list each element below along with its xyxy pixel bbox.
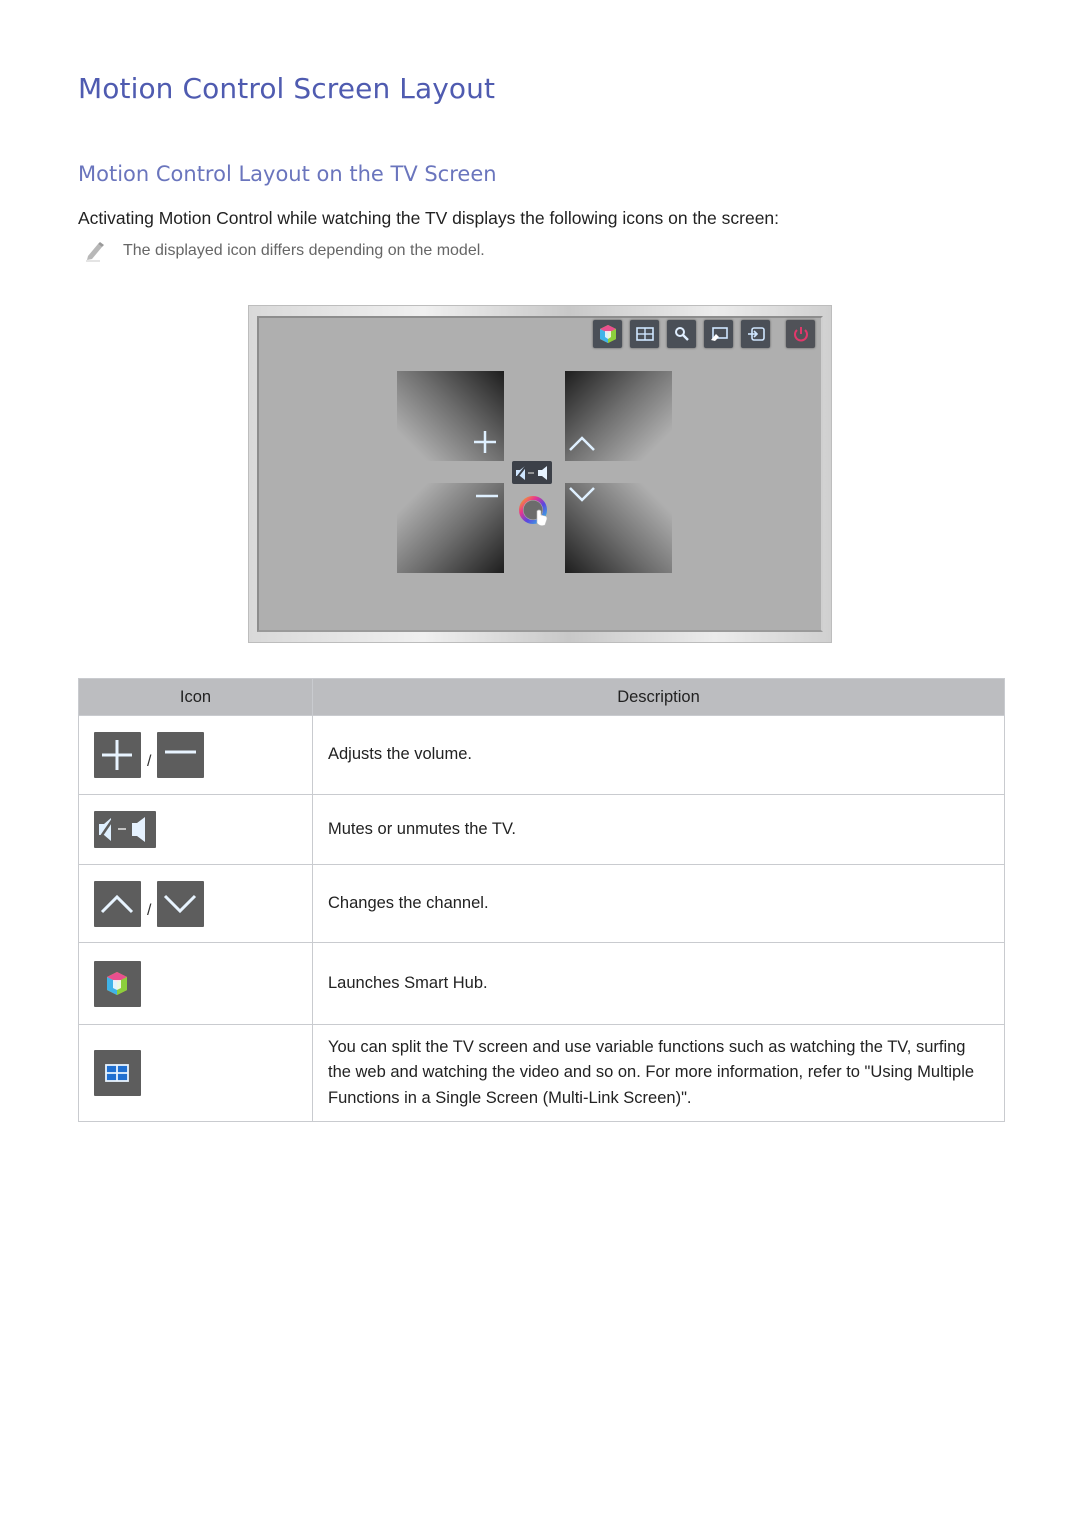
icon-separator: / [147, 901, 152, 919]
icon-description-table: Icon Description / Adjusts the volume. M… [78, 678, 1005, 1122]
tv-illustration [248, 305, 832, 643]
description-cell: Adjusts the volume. [312, 715, 1005, 795]
volume-up-zone [397, 371, 504, 461]
volume-down-icon [157, 732, 205, 778]
channel-down-icon [157, 880, 205, 927]
icon-separator: / [147, 753, 152, 770]
table-header-row: Icon Description [78, 678, 1005, 716]
multi-link-screen-icon [94, 1050, 141, 1096]
description-cell: Changes the channel. [312, 864, 1005, 943]
smart-hub-icon[interactable] [593, 320, 622, 348]
intro-text: Activating Motion Control while watching… [78, 208, 780, 228]
table-row: You can split the TV screen and use vari… [78, 1024, 1005, 1122]
header-icon: Icon [78, 678, 313, 716]
note: The displayed icon differs depending on … [84, 240, 485, 262]
multi-link-screen-icon[interactable] [630, 320, 659, 348]
note-text: The displayed icon differs depending on … [123, 242, 485, 259]
hand-cursor-icon [519, 496, 548, 526]
screen-share-icon[interactable] [704, 320, 733, 348]
table-row: / Changes the channel. [78, 864, 1005, 943]
tv-screen [257, 316, 823, 632]
section-title: Motion Control Layout on the TV Screen [78, 162, 497, 186]
channel-up-zone [565, 371, 672, 461]
volume-up-icon[interactable] [472, 429, 498, 455]
volume-down-icon[interactable] [474, 489, 500, 503]
header-description: Description [312, 678, 1005, 716]
description-cell: Launches Smart Hub. [312, 942, 1005, 1025]
source-input-icon[interactable] [741, 320, 770, 348]
icon-cell [78, 794, 313, 865]
channel-down-zone [565, 483, 672, 573]
channel-up-icon[interactable] [567, 433, 597, 453]
power-icon[interactable] [786, 320, 815, 348]
pencil-note-icon [86, 242, 104, 262]
volume-up-icon [94, 732, 141, 778]
search-icon[interactable] [667, 320, 696, 348]
table-row: Launches Smart Hub. [78, 942, 1005, 1025]
mute-toggle-icon [94, 811, 156, 848]
tv-top-bar [593, 320, 815, 348]
icon-cell: / [78, 864, 313, 943]
description-cell: Mutes or unmutes the TV. [312, 794, 1005, 865]
icon-cell: / [78, 715, 313, 795]
channel-up-icon [94, 880, 141, 927]
smart-hub-icon [94, 960, 141, 1007]
table-row: / Adjusts the volume. [78, 715, 1005, 795]
icon-cell [78, 1024, 313, 1122]
page-title: Motion Control Screen Layout [78, 72, 496, 105]
table-row: Mutes or unmutes the TV. [78, 794, 1005, 865]
volume-down-zone [397, 483, 504, 573]
icon-cell [78, 942, 313, 1025]
mute-toggle-icon[interactable] [512, 461, 552, 484]
channel-down-icon[interactable] [567, 485, 597, 505]
description-cell: You can split the TV screen and use vari… [312, 1024, 1005, 1122]
